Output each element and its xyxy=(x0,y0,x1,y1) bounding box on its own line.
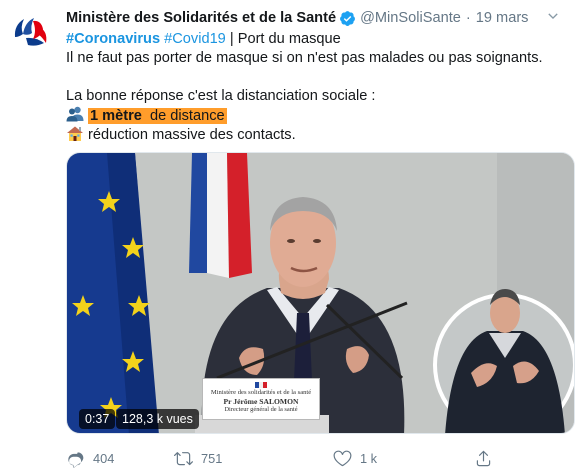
video-player[interactable]: Ministère des solidarités et de la santé… xyxy=(66,152,575,434)
tweet-line-5: réduction massive des contacts. xyxy=(66,125,571,144)
tweet[interactable]: Ministère des Solidarités et de la Santé… xyxy=(0,0,583,471)
tweet-line-2: Il ne faut pas porter de masque si on n'… xyxy=(66,50,543,66)
share-button[interactable] xyxy=(474,447,501,469)
tweet-text: #Coronavirus #Covid19 | Port du masque I… xyxy=(66,30,571,144)
nameplate-organization: Ministère des solidarités et de la santé xyxy=(210,389,312,396)
verified-badge-icon xyxy=(339,10,356,27)
chevron-down-icon[interactable] xyxy=(545,8,563,26)
tweet-header: Ministère des Solidarités et de la Santé… xyxy=(66,8,576,28)
tweet-actions: 404 751 1 k xyxy=(66,447,571,469)
author-name[interactable]: Ministère des Solidarités et de la Santé xyxy=(66,10,336,26)
tweet-line-4: 1 mètre de distance xyxy=(66,106,571,125)
tweet-line-1-rest: | Port du masque xyxy=(225,31,341,47)
marianne-logo-icon xyxy=(6,7,56,57)
avatar[interactable] xyxy=(6,7,56,57)
people-emoji-icon xyxy=(66,106,84,122)
nameplate-role: Directeur général de la santé xyxy=(224,406,298,413)
speaker-nameplate: Ministère des solidarités et de la santé… xyxy=(202,378,320,420)
nameplate-person: Pr Jérôme SALOMON xyxy=(223,397,299,406)
hashtag-covid19[interactable]: #Covid19 xyxy=(164,31,226,47)
reply-count: 404 xyxy=(93,450,115,466)
retweet-icon xyxy=(174,451,193,465)
hashtag-coronavirus[interactable]: #Coronavirus xyxy=(66,31,160,47)
tweet-line-5-text: réduction massive des contacts. xyxy=(88,127,296,143)
house-emoji-icon xyxy=(67,126,83,141)
tweet-line-3: La bonne réponse c'est la distanciation … xyxy=(66,88,376,104)
tweet-timestamp[interactable]: 19 mars xyxy=(476,10,529,26)
video-duration: 0:37 xyxy=(79,409,116,429)
highlight-distance-value: 1 mètre xyxy=(88,108,144,124)
tweet-line-1: #Coronavirus #Covid19 | Port du masque xyxy=(66,30,571,49)
like-count: 1 k xyxy=(360,450,378,466)
nameplate-flag-icon xyxy=(203,382,319,388)
heart-icon xyxy=(333,450,352,466)
reply-icon xyxy=(68,451,84,468)
highlight-distance-rest: de distance xyxy=(143,108,227,124)
video-frame xyxy=(67,153,574,433)
share-icon xyxy=(476,450,491,466)
french-flag xyxy=(189,153,252,278)
retweet-button[interactable]: 751 xyxy=(174,447,222,469)
author-handle[interactable]: @MinSoliSante xyxy=(360,10,461,26)
video-view-count: 128,3 k vues xyxy=(116,409,199,429)
reply-button[interactable]: 404 xyxy=(66,447,114,469)
like-button[interactable]: 1 k xyxy=(333,447,377,469)
retweet-count: 751 xyxy=(201,450,223,466)
header-separator: · xyxy=(465,10,471,26)
